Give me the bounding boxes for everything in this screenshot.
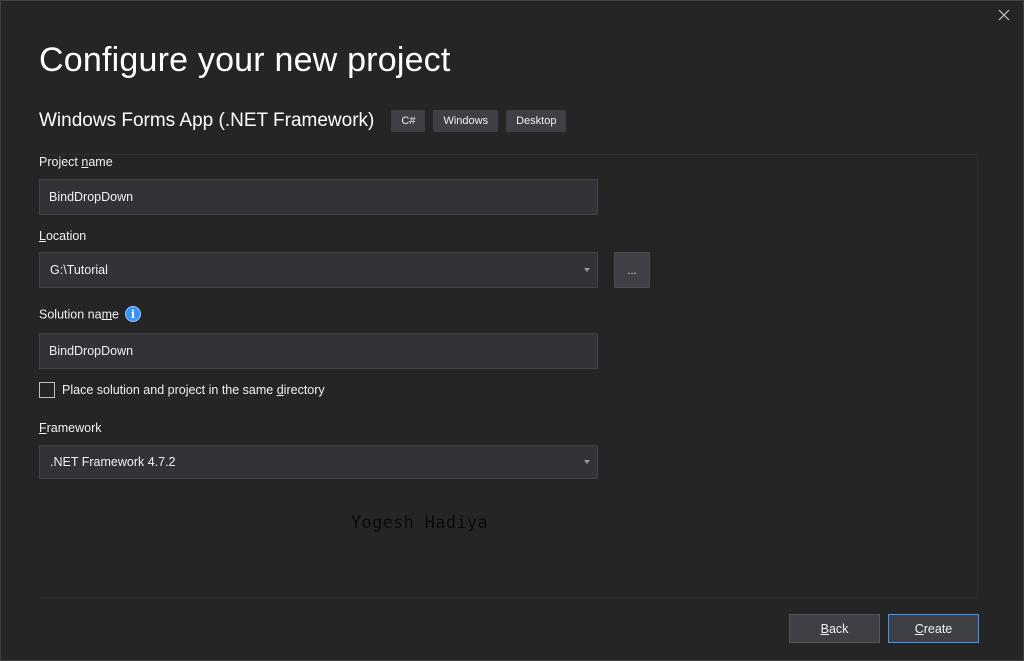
solution-name-label: Solution name i (39, 306, 141, 323)
same-directory-label: Place solution and project in the same d… (62, 383, 325, 397)
same-directory-checkbox[interactable] (39, 382, 55, 398)
label-text: ame (88, 155, 113, 169)
label-mnemonic: F (39, 421, 47, 435)
create-button[interactable]: Create (888, 614, 979, 643)
close-icon (998, 9, 1010, 21)
button-label: ack (828, 621, 849, 636)
watermark-text: Yogesh Hadiya (351, 513, 488, 533)
label-text: Place solution and project in the same (62, 383, 277, 397)
button-mnemonic: B (820, 621, 829, 636)
label-mnemonic: L (39, 229, 46, 243)
label-text: Solution na (39, 307, 102, 322)
framework-label: Framework (39, 421, 102, 435)
same-directory-option[interactable]: Place solution and project in the same d… (39, 381, 325, 399)
label-text: Project (39, 155, 82, 169)
chevron-down-icon (584, 460, 590, 464)
browse-button[interactable]: ... (614, 252, 650, 288)
label-mnemonic: d (276, 383, 284, 397)
framework-dropdown[interactable]: .NET Framework 4.7.2 (39, 445, 598, 479)
content-panel (39, 154, 978, 598)
back-button[interactable]: Back (789, 614, 880, 643)
label-text: irectory (283, 383, 325, 397)
dialog-window: Configure your new project Windows Forms… (0, 0, 1024, 661)
info-icon[interactable]: i (124, 306, 141, 322)
template-name: Windows Forms App (.NET Framework) (39, 110, 375, 131)
framework-value: .NET Framework 4.7.2 (50, 455, 176, 469)
label-text: ramework (46, 421, 102, 435)
tag-project-type: Desktop (506, 110, 567, 132)
page-title: Configure your new project (39, 41, 451, 79)
template-info: Windows Forms App (.NET Framework) C# Wi… (39, 109, 574, 133)
label-mnemonic: m (101, 307, 112, 322)
label-text: e (111, 307, 119, 322)
project-name-label: Project name (39, 155, 113, 169)
location-value: G:\Tutorial (50, 263, 108, 277)
close-button[interactable] (991, 4, 1017, 26)
button-label: reate (923, 621, 953, 636)
label-text: ocation (45, 229, 87, 243)
location-dropdown[interactable]: G:\Tutorial (39, 252, 598, 288)
project-name-input[interactable] (39, 179, 598, 215)
location-label: Location (39, 229, 86, 243)
tag-platform: Windows (433, 110, 499, 132)
chevron-down-icon (584, 268, 590, 272)
button-mnemonic: C (914, 621, 924, 636)
tag-language: C# (391, 110, 426, 132)
solution-name-input[interactable] (39, 333, 598, 369)
